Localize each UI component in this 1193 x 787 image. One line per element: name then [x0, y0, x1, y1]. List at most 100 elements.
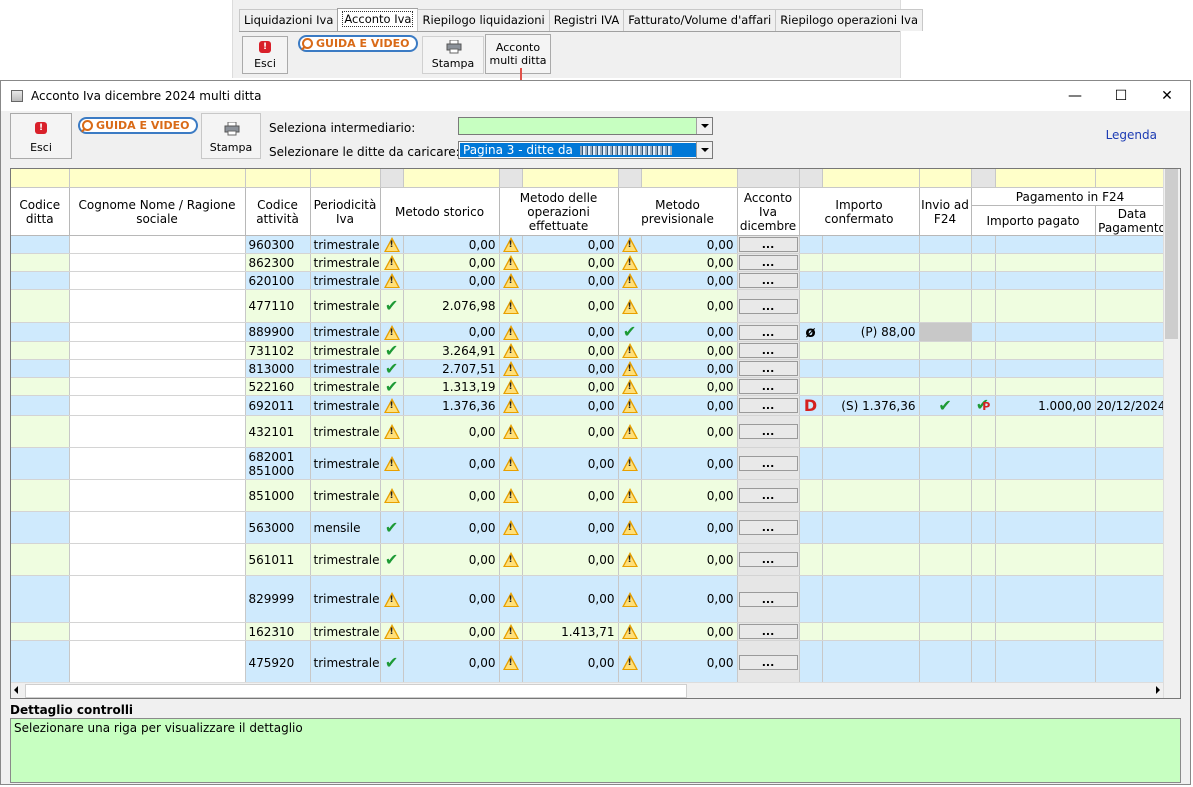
- filter-cell[interactable]: [618, 169, 642, 188]
- acconto-detail-button[interactable]: ...: [738, 552, 798, 567]
- acconto-detail-button[interactable]: ...: [738, 237, 798, 252]
- table-row[interactable]: 813000trimestrale✔2.707,51 0,00 0,00...: [11, 359, 1170, 378]
- acconto-detail-button[interactable]: ...: [738, 361, 798, 376]
- table-row[interactable]: 829999trimestrale 0,00 0,00 0,00...: [11, 575, 1170, 623]
- filter-cell[interactable]: [11, 169, 70, 188]
- acconto-detail-button[interactable]: ...: [738, 324, 798, 340]
- filter-cell[interactable]: [380, 169, 404, 188]
- esci-button[interactable]: ! Esci: [10, 113, 72, 159]
- tab-riepilogo-liquidazioni[interactable]: Riepilogo liquidazioni: [417, 9, 550, 31]
- filter-cell[interactable]: [499, 169, 523, 188]
- table-row[interactable]: 731102trimestrale✔3.264,91 0,00 0,00...: [11, 341, 1170, 360]
- acconto-detail-button[interactable]: ...: [738, 591, 798, 607]
- horizontal-scrollbar[interactable]: [11, 682, 1163, 698]
- header-data-pagamento[interactable]: Data Pagamento: [1095, 205, 1170, 236]
- filter-cell[interactable]: [522, 169, 619, 188]
- table-row[interactable]: 862300trimestrale 0,00 0,00 0,00...: [11, 253, 1170, 272]
- tab-registri-iva[interactable]: Registri IVA: [548, 9, 625, 31]
- acconto-detail-button[interactable]: ...: [738, 655, 798, 670]
- intermediario-select[interactable]: [458, 117, 713, 135]
- tab-acconto-iva[interactable]: Acconto Iva: [337, 8, 419, 32]
- filter-cell[interactable]: [995, 169, 1096, 188]
- acconto-detail-button[interactable]: ...: [738, 424, 798, 439]
- header-metodo-previsionale[interactable]: Metodo previsionale: [618, 187, 738, 236]
- maximize-button[interactable]: ☐: [1098, 81, 1144, 111]
- scroll-right-icon[interactable]: [1156, 686, 1160, 694]
- acconto-detail-button[interactable]: ...: [738, 456, 798, 471]
- tab-riepilogo-operazioni[interactable]: Riepilogo operazioni Iva: [775, 9, 924, 31]
- cell-invio-f24[interactable]: [919, 377, 972, 396]
- header-codice-ditta[interactable]: Codice ditta: [11, 187, 70, 236]
- cell-invio-f24[interactable]: [919, 341, 972, 360]
- cell-invio-f24[interactable]: [919, 235, 972, 254]
- table-row[interactable]: 960300trimestrale 0,00 0,00 0,00...: [11, 235, 1170, 254]
- table-row[interactable]: 561011trimestrale✔0,000,000,00...: [11, 543, 1170, 576]
- cell-invio-f24[interactable]: [919, 289, 972, 323]
- table-row[interactable]: 692011trimestrale 1.376,36 0,00 0,00...D(S)…: [11, 395, 1170, 416]
- cell-invio-f24[interactable]: [919, 543, 972, 576]
- filter-cell[interactable]: [641, 169, 738, 188]
- filter-cell[interactable]: [919, 169, 972, 188]
- cell-invio-f24[interactable]: [919, 622, 972, 641]
- filter-cell[interactable]: [69, 169, 246, 188]
- chevron-down-icon[interactable]: [696, 142, 712, 158]
- table-row[interactable]: 477110trimestrale✔2.076,98 0,00 0,00...: [11, 289, 1170, 323]
- ribbon-esci-button[interactable]: ! Esci: [242, 36, 288, 74]
- stampa-button[interactable]: Stampa: [201, 113, 261, 159]
- cell-invio-f24[interactable]: [919, 415, 972, 448]
- table-row[interactable]: 522160trimestrale✔1.313,19 0,00 0,00...: [11, 377, 1170, 396]
- vertical-scroll-thumb[interactable]: [1165, 169, 1178, 339]
- header-importo-confermato[interactable]: Importo confermato: [799, 187, 920, 236]
- ribbon-guida-video-button[interactable]: GUIDA E VIDEO: [298, 35, 418, 52]
- table-row[interactable]: 889900trimestrale0,000,00✔0,00...ø(P) 88…: [11, 322, 1170, 342]
- header-periodicita[interactable]: Periodicità Iva: [310, 187, 381, 236]
- filter-cell[interactable]: [822, 169, 920, 188]
- cell-invio-f24[interactable]: [919, 575, 972, 623]
- filter-cell[interactable]: [799, 169, 823, 188]
- header-invio-f24[interactable]: Invio ad F24: [919, 187, 972, 236]
- acconto-detail-button[interactable]: ...: [738, 273, 798, 288]
- cell-invio-f24[interactable]: [919, 511, 972, 544]
- header-metodo-operazioni[interactable]: Metodo delle operazioni effettuate: [499, 187, 619, 236]
- acconto-detail-button[interactable]: ...: [738, 624, 798, 639]
- ditte-select[interactable]: Pagina 3 - ditte da: [458, 141, 713, 159]
- header-acconto[interactable]: Acconto Iva dicembre: [737, 187, 800, 236]
- cell-invio-f24[interactable]: [919, 322, 972, 342]
- table-row[interactable]: 851000trimestrale 0,00 0,00 0,00...: [11, 479, 1170, 512]
- horizontal-scroll-thumb[interactable]: [25, 684, 687, 698]
- close-button[interactable]: ✕: [1144, 81, 1190, 111]
- filter-cell[interactable]: [1095, 169, 1170, 188]
- legenda-link[interactable]: Legenda: [1106, 128, 1157, 142]
- filter-cell[interactable]: [403, 169, 500, 188]
- acconto-detail-button[interactable]: ...: [738, 398, 798, 413]
- acconto-detail-button[interactable]: ...: [738, 343, 798, 358]
- cell-invio-f24[interactable]: [919, 253, 972, 272]
- cell-invio-f24[interactable]: [919, 640, 972, 685]
- acconto-detail-button[interactable]: ...: [738, 379, 798, 394]
- filter-cell[interactable]: [245, 169, 311, 188]
- table-row[interactable]: 563000mensile✔0,000,000,00...: [11, 511, 1170, 544]
- table-row[interactable]: 475920trimestrale✔0,000,000,00...: [11, 640, 1170, 685]
- header-codice-attivita[interactable]: Codice attività: [245, 187, 311, 236]
- cell-invio-f24[interactable]: [919, 271, 972, 290]
- vertical-scrollbar[interactable]: [1163, 169, 1180, 698]
- filter-cell[interactable]: [310, 169, 381, 188]
- tab-liquidazioni-iva[interactable]: Liquidazioni Iva: [239, 9, 339, 31]
- header-importo-pagato[interactable]: Importo pagato: [971, 205, 1096, 236]
- header-nome[interactable]: Cognome Nome / Ragione sociale: [69, 187, 246, 236]
- table-row[interactable]: 432101trimestrale 0,00 0,00 0,00...: [11, 415, 1170, 448]
- cell-invio-f24[interactable]: ✔: [919, 395, 972, 416]
- acconto-detail-button[interactable]: ...: [738, 298, 798, 314]
- filter-cell[interactable]: [971, 169, 996, 188]
- ribbon-stampa-button[interactable]: Stampa: [422, 36, 484, 74]
- header-metodo-storico[interactable]: Metodo storico: [380, 187, 500, 236]
- cell-invio-f24[interactable]: [919, 359, 972, 378]
- table-row[interactable]: 162310trimestrale 0,00 1.413,71 0,00...: [11, 622, 1170, 641]
- minimize-button[interactable]: —: [1052, 81, 1098, 111]
- acconto-detail-button[interactable]: ...: [738, 520, 798, 535]
- guida-video-button[interactable]: GUIDA E VIDEO: [78, 117, 198, 134]
- cell-invio-f24[interactable]: [919, 447, 972, 480]
- acconto-detail-button[interactable]: ...: [738, 255, 798, 270]
- scroll-left-icon[interactable]: [14, 686, 18, 694]
- filter-cell[interactable]: [737, 169, 800, 188]
